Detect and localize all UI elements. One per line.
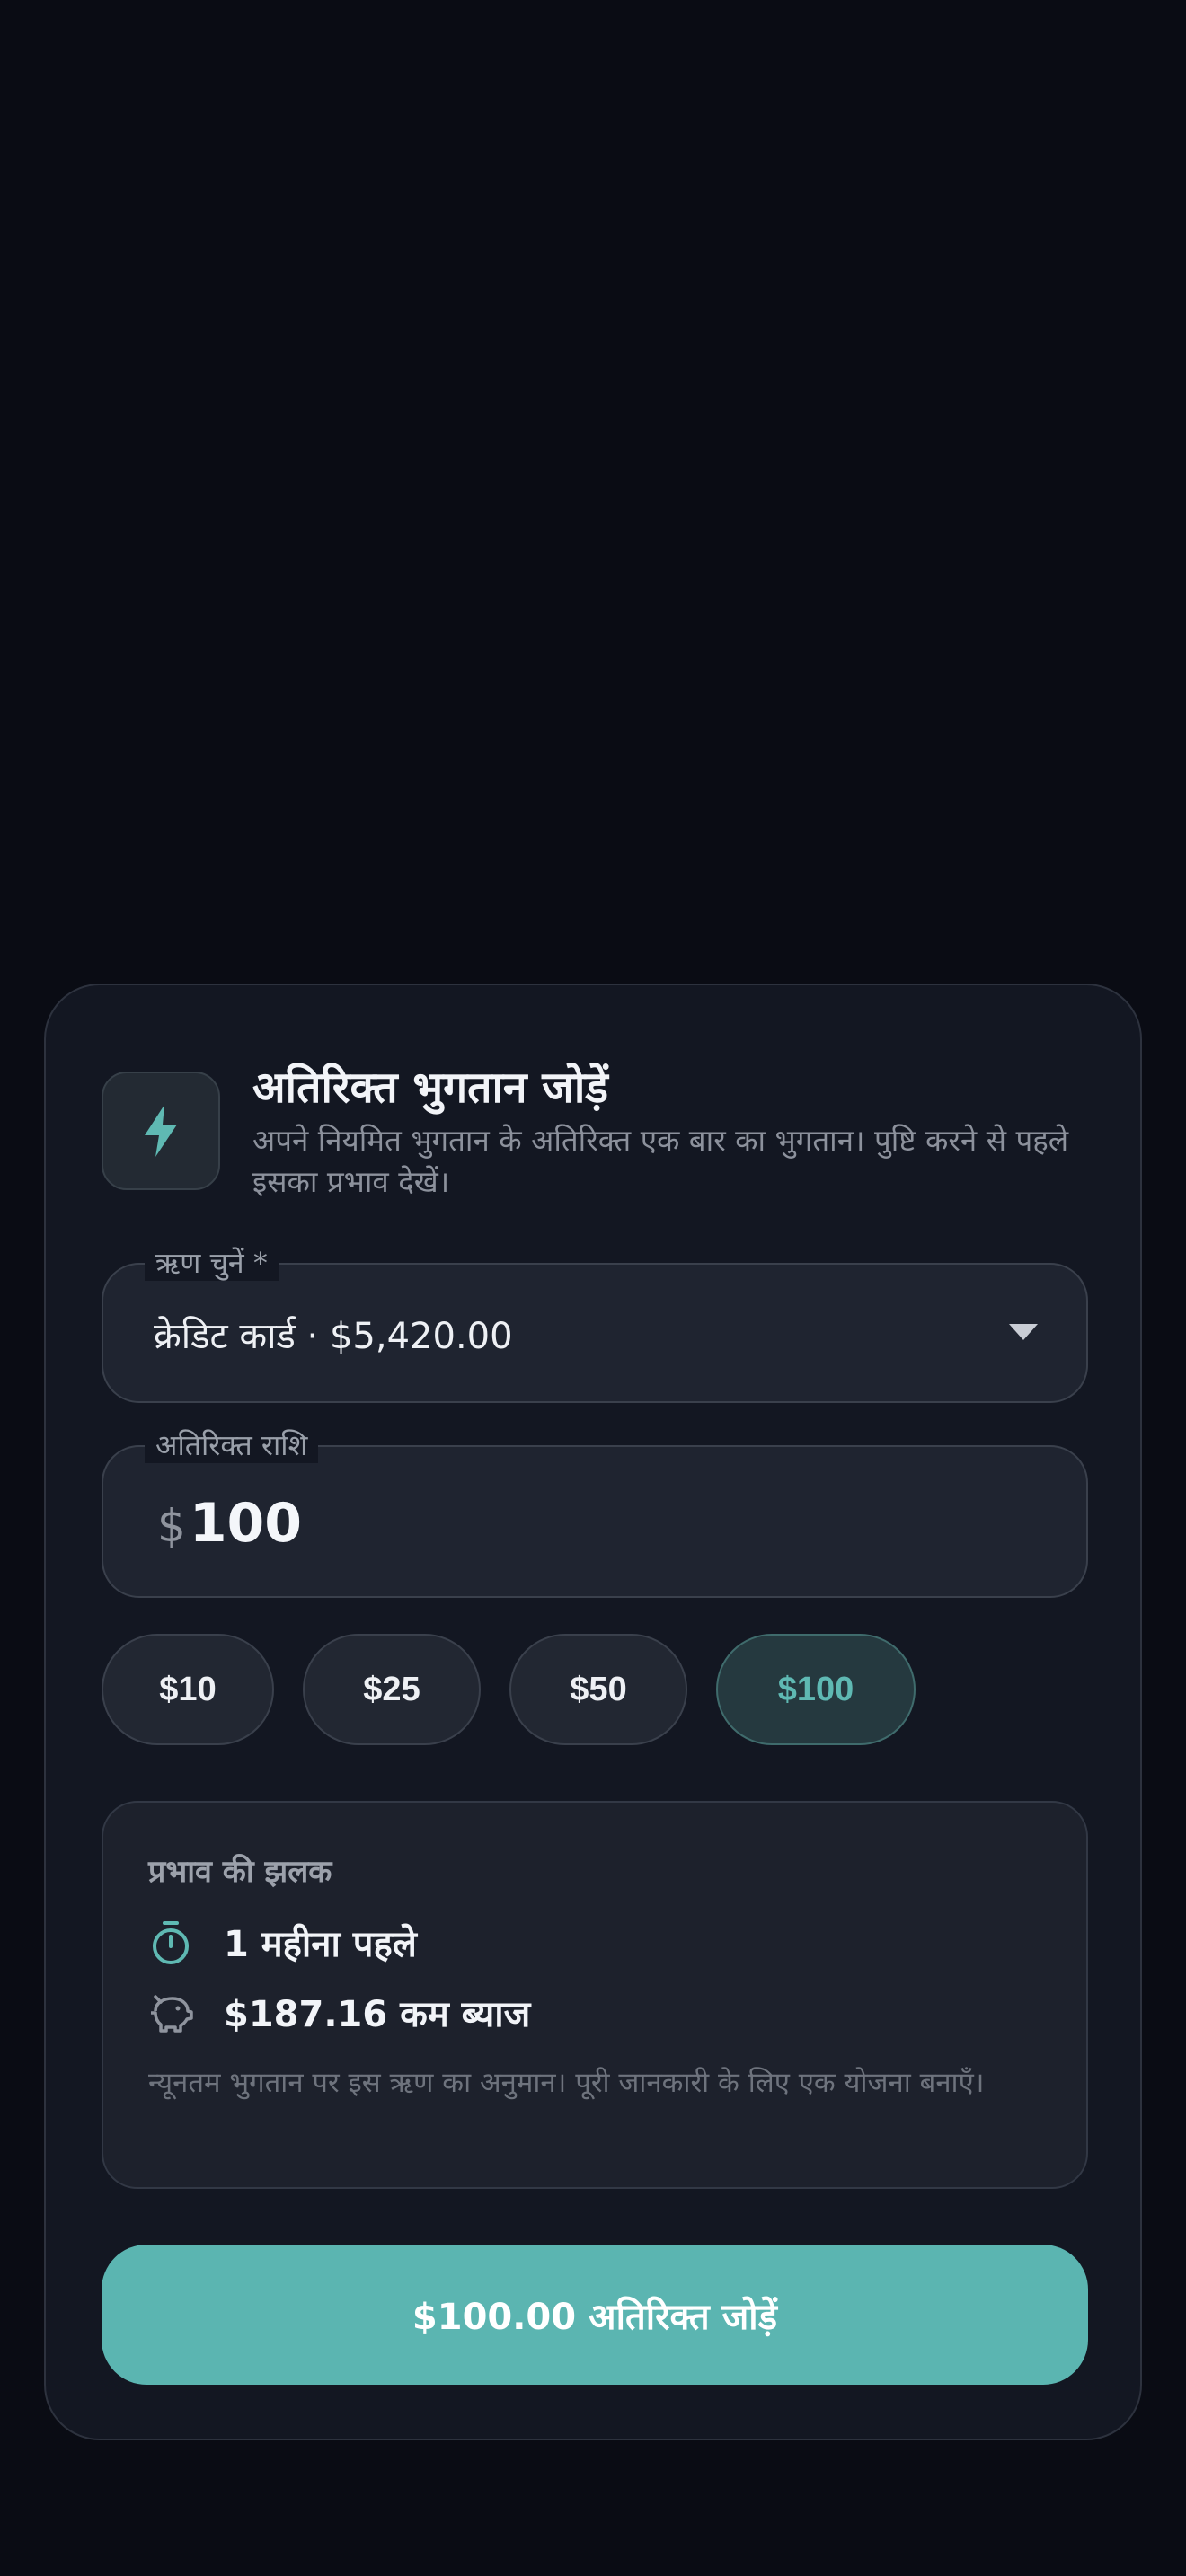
- lightning-bolt-icon: [145, 1105, 177, 1157]
- impact-preview-title: प्रभाव की झलक: [148, 1854, 332, 1890]
- impact-preview-note: न्यूनतम भुगतान पर इस ऋण का अनुमान। पूरी …: [148, 2067, 985, 2099]
- interest-saved-row: $187.16 कम ब्याज: [148, 1988, 530, 2037]
- currency-symbol: $: [157, 1500, 186, 1552]
- time-saved-text: 1 महीना पहले: [224, 1924, 417, 1965]
- time-saved-row: 1 महीना पहले: [148, 1918, 417, 1967]
- extra-amount-input[interactable]: [189, 1492, 729, 1555]
- piggy-bank-icon: [148, 1990, 193, 2035]
- loan-select-value: क्रेडिट कार्ड · $5,420.00: [154, 1316, 513, 1357]
- add-extra-payment-button[interactable]: $100.00 अतिरिक्त जोड़ें: [102, 2245, 1088, 2385]
- impact-preview-panel: प्रभाव की झलक 1 महीना पहले $187.16 कम ब्…: [102, 1801, 1088, 2189]
- extra-amount-field[interactable]: अतिरिक्त राशि $: [102, 1427, 1088, 1598]
- timer-icon: [148, 1920, 193, 1965]
- loan-select[interactable]: ऋण चुनें * क्रेडिट कार्ड · $5,420.00: [102, 1245, 1088, 1403]
- loan-select-label: ऋण चुनें *: [145, 1245, 279, 1281]
- extra-payment-sheet: अतिरिक्त भुगतान जोड़ें अपने नियमित भुगता…: [44, 984, 1142, 2440]
- header-icon-tile: [102, 1072, 220, 1190]
- sheet-title: अतिरिक्त भुगतान जोड़ें: [252, 1063, 608, 1113]
- sheet-subtitle: अपने नियमित भुगतान के अतिरिक्त एक बार का…: [252, 1123, 1069, 1199]
- quick-amount-100[interactable]: $100: [716, 1634, 916, 1745]
- quick-amount-chips: $10 $25 $50 $100: [102, 1634, 916, 1745]
- extra-amount-label: अतिरिक्त राशि: [145, 1427, 319, 1463]
- quick-amount-10[interactable]: $10: [102, 1634, 274, 1745]
- chevron-down-icon: [1009, 1324, 1038, 1340]
- quick-amount-50[interactable]: $50: [509, 1634, 687, 1745]
- quick-amount-25[interactable]: $25: [303, 1634, 481, 1745]
- interest-saved-text: $187.16 कम ब्याज: [224, 1994, 531, 2035]
